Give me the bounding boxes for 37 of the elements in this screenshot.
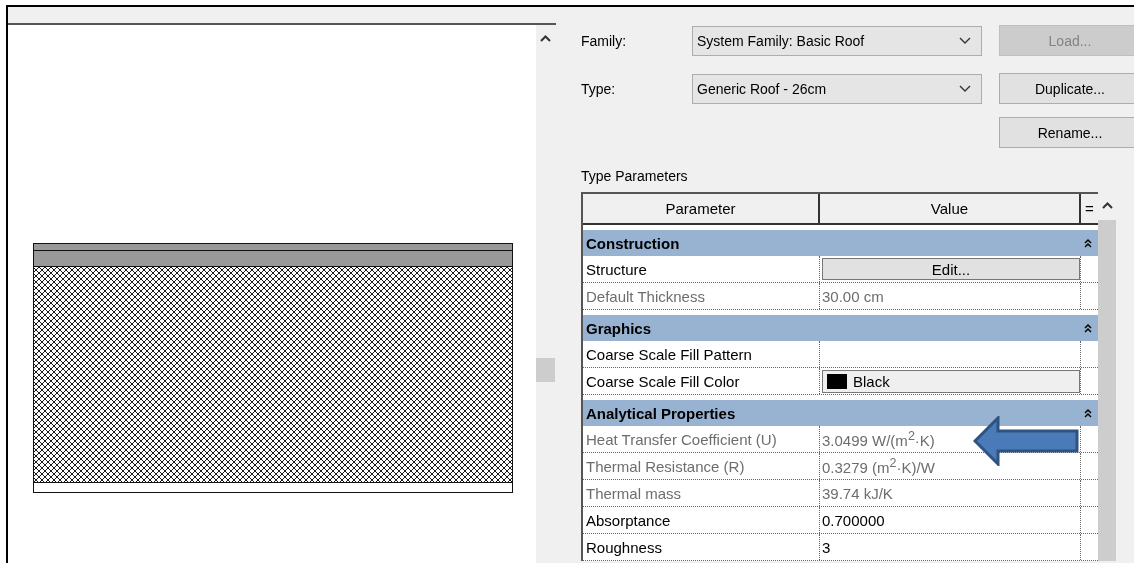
column-header[interactable]: = — [1081, 194, 1098, 223]
type-dropdown[interactable]: Generic Roof - 26cm — [692, 73, 982, 104]
scroll-up-icon[interactable] — [1102, 202, 1113, 209]
parameter-value: 0.3279 (m$^{2}$·K)/W — [822, 456, 935, 476]
action-button[interactable]: Duplicate... — [999, 73, 1134, 104]
parameter-name: Coarse Scale Fill Pattern — [583, 341, 820, 367]
collapse-icon[interactable] — [1084, 407, 1092, 419]
edit-button[interactable]: Edit... — [822, 258, 1080, 280]
action-button[interactable]: Rename... — [999, 117, 1134, 148]
parameter-name: Thermal mass — [583, 480, 820, 506]
column-header[interactable]: Value — [820, 194, 1081, 223]
parameter-value: 30.00 cm — [822, 287, 884, 305]
parameter-value: 0.700000 — [822, 511, 885, 529]
collapse-icon[interactable] — [1084, 237, 1092, 249]
family-dropdown[interactable]: System Family: Basic Roof — [692, 25, 982, 56]
parameter-name: Structure — [583, 256, 820, 282]
field-label: Type: — [581, 80, 617, 97]
scroll-thumb[interactable] — [536, 358, 555, 382]
group-header[interactable]: Graphics — [583, 315, 1098, 341]
scroll-up-icon[interactable] — [540, 35, 551, 42]
group-header[interactable]: Construction — [583, 230, 1098, 256]
scrollbar[interactable] — [536, 25, 556, 563]
parameter-name: Roughness — [583, 534, 820, 560]
parameter-name: Coarse Scale Fill Color — [583, 368, 820, 394]
parameter-value: 3.0499 W/(m$^{2}$·K) — [822, 429, 935, 449]
parameter-value: 3 — [822, 538, 831, 556]
parameter-value: 39.74 kJ/K — [822, 484, 893, 502]
parameter-name: Heat Transfer Coefficient (U) — [583, 426, 820, 452]
section-title: Type Parameters — [581, 168, 688, 184]
column-header[interactable]: Parameter — [583, 194, 820, 223]
parameter-name: Absorptance — [583, 507, 820, 533]
field-label: Family: — [581, 32, 628, 49]
parameter-name: Thermal Resistance (R) — [583, 453, 820, 479]
parameter-name: Default Thickness — [583, 283, 820, 309]
color-picker-button[interactable]: Black — [822, 369, 1080, 393]
collapse-icon[interactable] — [1084, 322, 1092, 334]
group-header[interactable]: Analytical Properties — [583, 400, 1098, 426]
